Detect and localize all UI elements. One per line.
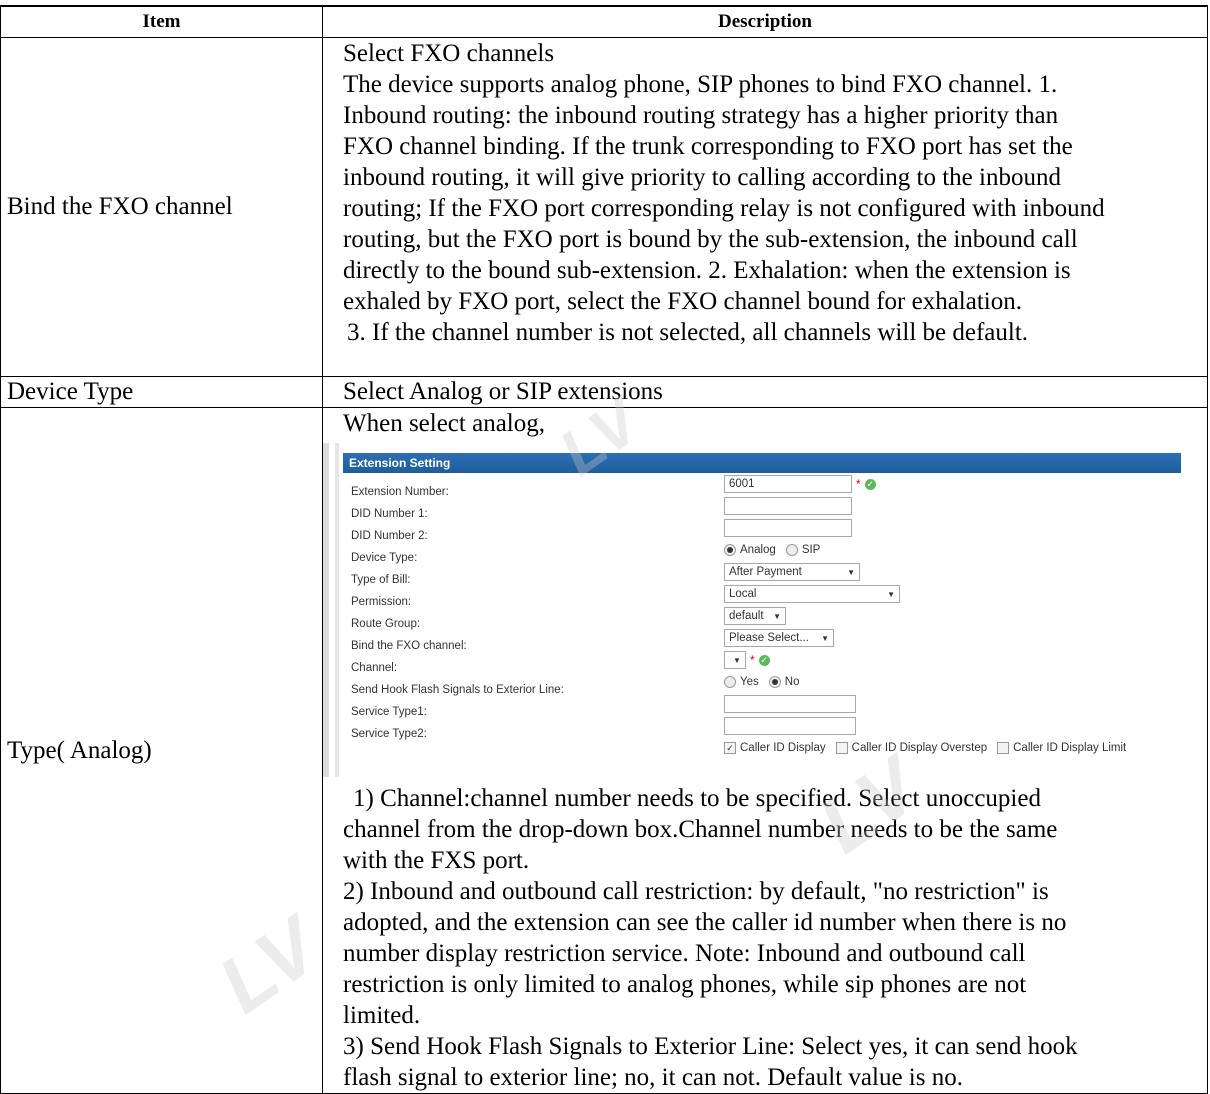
- panel-header: Extension Setting: [343, 453, 1181, 473]
- permission-select[interactable]: Local ▼: [724, 585, 900, 603]
- caller-id-options: ✓ Caller ID Display Caller ID Display Ov…: [343, 737, 1181, 759]
- item-type-analog: Type( Analog): [0, 407, 323, 1094]
- header-item: Item: [0, 5, 323, 38]
- field-hook-flash: Send Hook Flash Signals to Exterior Line…: [343, 671, 1181, 697]
- caller-id-overstep-checkbox[interactable]: [835, 742, 848, 754]
- header-description: Description: [322, 5, 1208, 38]
- check-icon: ✓: [758, 654, 770, 666]
- desc-line: number display restriction service. Note…: [343, 940, 1026, 967]
- table-row: Type( Analog) When select analog, Extens…: [0, 407, 1208, 1094]
- bill-select[interactable]: After Payment ▼: [724, 563, 860, 581]
- desc-bind-fxo: Select FXO channels The device supports …: [322, 37, 1208, 377]
- caller-id-limit-label: Caller ID Display Limit: [1013, 741, 1127, 754]
- item-device-type: Device Type: [0, 376, 323, 408]
- desc-intro: When select analog,: [343, 410, 545, 437]
- bind-fxo-select-value: Please Select...: [729, 631, 809, 644]
- field-did1: DID Number 1:: [343, 495, 1181, 520]
- hook-flash-yes-radio[interactable]: [724, 676, 736, 688]
- screenshot-rail: [335, 443, 339, 777]
- desc-line: 2) Inbound and outbound call restriction…: [343, 878, 1049, 905]
- field-service-type1: Service Type1:: [343, 693, 1181, 718]
- desc-line: FXO channel binding. If the trunk corres…: [343, 133, 1073, 160]
- chevron-down-icon: ▼: [773, 611, 781, 621]
- bill-select-value: After Payment: [729, 565, 802, 578]
- extension-setting-screenshot: Extension Setting Extension Number: 6001…: [323, 443, 1181, 777]
- route-group-select[interactable]: default ▼: [724, 607, 786, 625]
- desc-line: adopted, and the extension can see the c…: [343, 909, 1067, 936]
- desc-line: directly to the bound sub-extension. 2. …: [343, 257, 1071, 284]
- desc-line: 3. If the channel number is not selected…: [347, 319, 1029, 346]
- desc-line: flash signal to exterior line; no, it ca…: [343, 1064, 963, 1091]
- desc-device-type: Select Analog or SIP extensions: [322, 376, 1208, 408]
- caller-id-overstep-label: Caller ID Display Overstep: [851, 741, 988, 754]
- desc-line: 3) Send Hook Flash Signals to Exterior L…: [343, 1033, 1078, 1060]
- caller-id-limit-checkbox[interactable]: [997, 742, 1010, 754]
- description-table: Item Description Bind the FXO channel Se…: [0, 5, 1208, 1094]
- table-row: Device Type Select Analog or SIP extensi…: [0, 376, 1208, 408]
- route-group-select-value: default: [729, 609, 764, 622]
- desc-line: with the FXS port.: [343, 847, 530, 874]
- did1-input[interactable]: [724, 497, 852, 515]
- table-header-row: Item Description: [0, 5, 1208, 38]
- chevron-down-icon: ▼: [887, 589, 895, 599]
- sip-radio[interactable]: [785, 544, 798, 556]
- chevron-down-icon: ▼: [821, 633, 829, 643]
- desc-line: The device supports analog phone, SIP ph…: [343, 71, 1058, 98]
- hook-flash-no-radio[interactable]: [768, 676, 781, 688]
- caller-id-display-label: Caller ID Display: [740, 741, 826, 754]
- field-bind-fxo: Bind the FXO channel: Please Select... ▼: [343, 627, 1181, 652]
- field-channel: Channel: ▼ * ✓: [343, 649, 1181, 674]
- desc-line: routing, but the FXO port is bound by th…: [343, 226, 1078, 253]
- permission-select-value: Local: [729, 587, 757, 600]
- field-extension-number: Extension Number: 6001 * ✓: [343, 473, 1181, 498]
- desc-line: Select FXO channels: [343, 40, 555, 67]
- extension-number-input[interactable]: 6001: [724, 475, 852, 493]
- desc-type-analog: When select analog, Extension Setting Ex…: [322, 407, 1208, 1094]
- desc-line: exhaled by FXO port, select the FXO chan…: [343, 288, 1022, 315]
- screenshot-rail: [323, 443, 329, 777]
- chevron-down-icon: ▼: [733, 655, 741, 665]
- desc-line: limited.: [343, 1002, 421, 1029]
- chevron-down-icon: ▼: [847, 567, 855, 577]
- bind-fxo-select[interactable]: Please Select... ▼: [724, 629, 834, 647]
- desc-line: Inbound routing: the inbound routing str…: [343, 102, 1059, 129]
- desc-line: inbound routing, it will give priority t…: [343, 164, 1061, 191]
- check-icon: ✓: [864, 478, 876, 490]
- caller-id-display-checkbox[interactable]: ✓: [724, 742, 736, 754]
- desc-line: 1) Channel:channel number needs to be sp…: [353, 785, 1041, 812]
- field-type-of-bill: Type of Bill: After Payment ▼: [343, 561, 1181, 586]
- field-device-type: Device Type: Analog SIP: [343, 539, 1181, 565]
- desc-line: routing; If the FXO port corresponding r…: [343, 195, 1105, 222]
- item-bind-fxo: Bind the FXO channel: [0, 37, 323, 377]
- table-row: Bind the FXO channel Select FXO channels…: [0, 37, 1208, 377]
- analog-radio[interactable]: [724, 544, 736, 556]
- desc-line: restriction is only limited to analog ph…: [343, 971, 1027, 998]
- extension-setting-panel: Extension Setting Extension Number: 6001…: [343, 453, 1181, 777]
- field-permission: Permission: Local ▼: [343, 583, 1181, 608]
- desc-line: channel from the drop-down box.Channel n…: [343, 816, 1058, 843]
- field-route-group: Route Group: default ▼: [343, 605, 1181, 630]
- service-type1-input[interactable]: [724, 695, 856, 713]
